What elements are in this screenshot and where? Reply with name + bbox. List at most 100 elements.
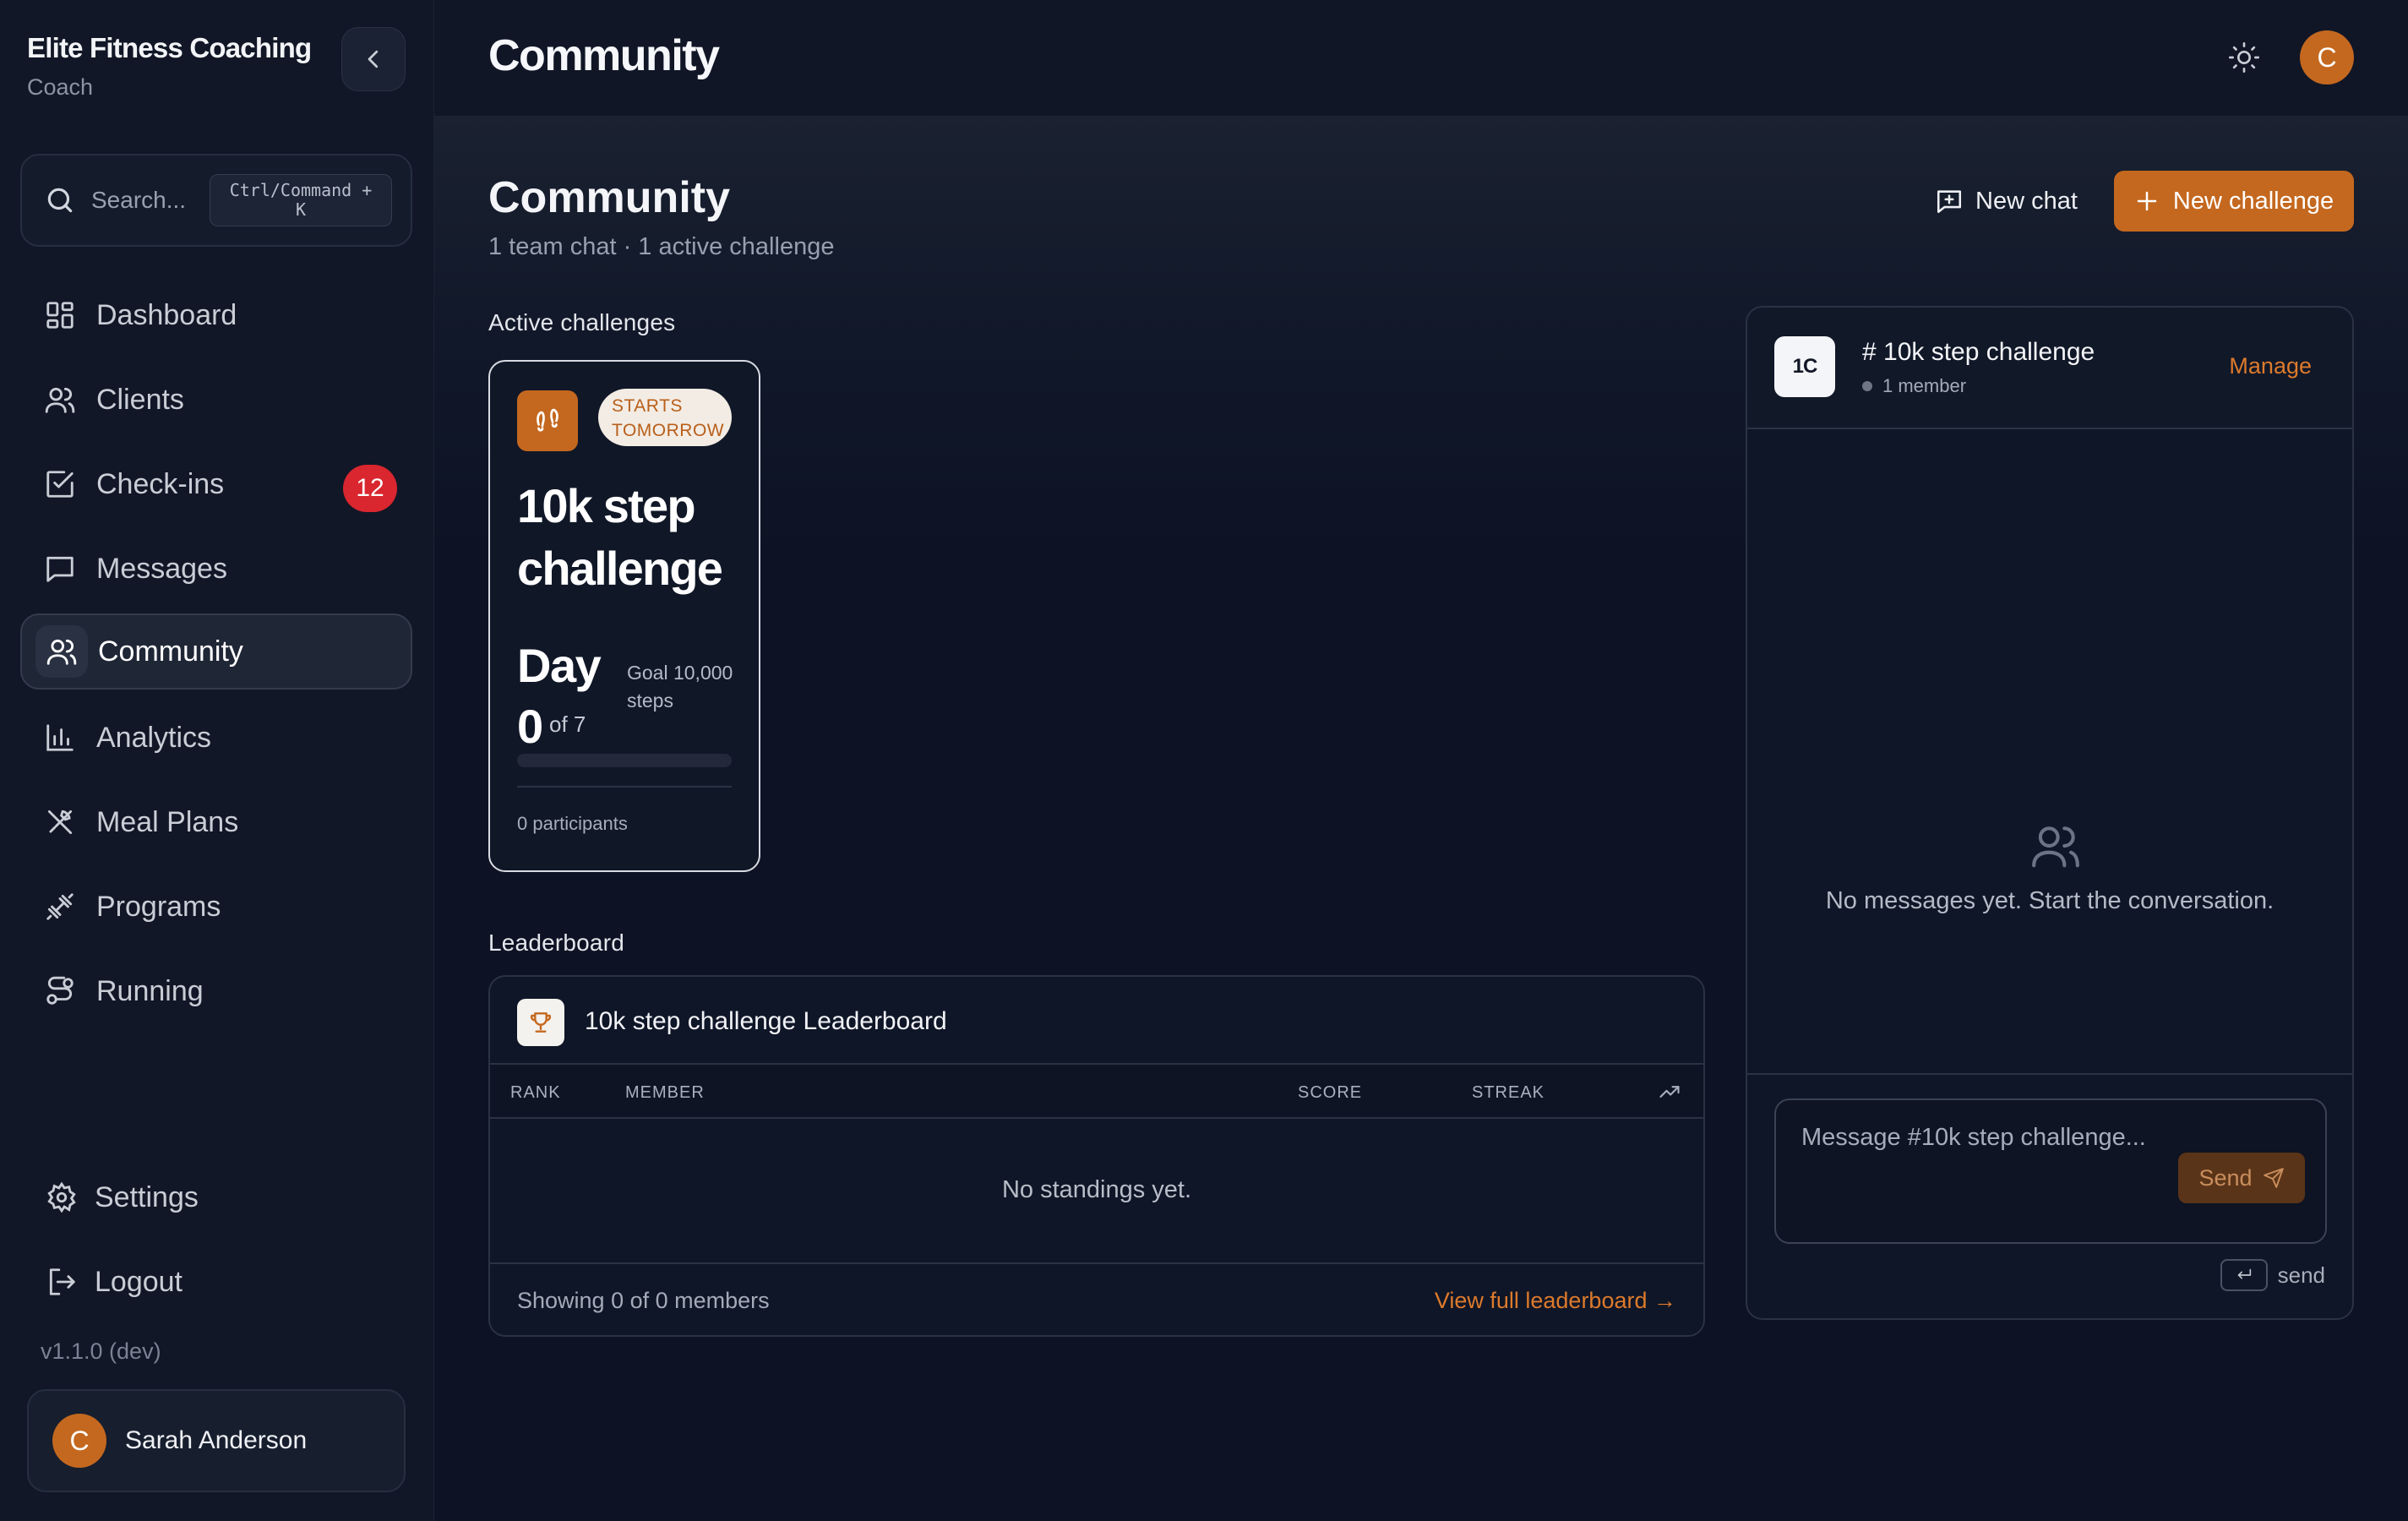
sidebar-item-programs[interactable]: Programs: [20, 869, 412, 945]
new-challenge-label: New challenge: [2172, 187, 2334, 215]
sidebar-item-check-ins[interactable]: Check-ins 12: [20, 446, 412, 522]
settings-button[interactable]: Settings: [20, 1159, 412, 1235]
chat-composer: Message #10k step challenge... Send send: [1747, 1073, 2352, 1318]
theme-toggle-button[interactable]: [2227, 41, 2261, 74]
leaderboard-heading: Leaderboard: [488, 930, 624, 956]
new-challenge-button[interactable]: New challenge: [2114, 171, 2354, 232]
sidebar-item-dashboard[interactable]: Dashboard: [20, 277, 412, 353]
column-rank[interactable]: RANK: [510, 1083, 561, 1103]
challenge-goal: Goal 10,000 steps: [627, 662, 733, 711]
sidebar-item-label: Analytics: [96, 721, 212, 754]
challenge-participants: 0 participants: [517, 813, 628, 834]
challenge-status-badge: STARTS TOMORROW: [598, 389, 732, 446]
chat-channel-name: # 10k step challenge: [1862, 338, 2095, 366]
leaderboard-header: 10k step challenge Leaderboard: [490, 977, 1703, 1065]
check-ins-count-badge: 12: [343, 465, 397, 512]
enter-hint-text: send: [2277, 1262, 2325, 1288]
send-icon: [2263, 1168, 2284, 1188]
leaderboard-footer: Showing 0 of 0 members View full leaderb…: [490, 1262, 1703, 1335]
dumbbell-icon: [46, 893, 74, 920]
sidebar-item-analytics[interactable]: Analytics: [20, 700, 412, 776]
users-icon: [45, 387, 75, 413]
sidebar-item-label: Meal Plans: [96, 805, 239, 838]
chat-member-count-text: 1 member: [1882, 375, 1967, 396]
send-label: Send: [2198, 1164, 2253, 1191]
users-icon: [2032, 826, 2079, 868]
gear-icon: [47, 1181, 76, 1213]
sidebar-item-community[interactable]: Community: [20, 613, 412, 690]
page-subtitle: 1 team chat · 1 active challenge: [488, 233, 835, 260]
logout-label: Logout: [95, 1265, 183, 1298]
sidebar-item-clients[interactable]: Clients: [20, 362, 412, 438]
collapse-sidebar-button[interactable]: [341, 27, 406, 91]
leaderboard-empty-state: No standings yet.: [1001, 1176, 1192, 1203]
message-square-icon: [46, 556, 74, 582]
user-profile-card[interactable]: C Sarah Anderson: [27, 1389, 406, 1492]
users-icon: [35, 625, 88, 678]
sidebar-item-label: Clients: [96, 383, 184, 416]
chevron-left-icon: [368, 50, 379, 68]
page-title: Community: [488, 173, 730, 222]
challenge-card[interactable]: STARTS TOMORROW 10k step challenge Day 0 …: [488, 360, 760, 872]
sidebar-item-messages[interactable]: Messages: [20, 531, 412, 607]
app-version: v1.1.0 (dev): [41, 1338, 161, 1364]
enter-to-send-hint: send: [2220, 1259, 2325, 1291]
utensils-icon: [47, 810, 73, 835]
column-streak[interactable]: STREAK: [1472, 1083, 1544, 1103]
new-chat-button[interactable]: New chat: [1935, 171, 2104, 232]
search-label: Search...: [91, 187, 187, 213]
logout-icon: [49, 1268, 75, 1295]
message-plus-icon: [1937, 190, 1962, 214]
sidebar-item-label: Dashboard: [96, 298, 237, 331]
sidebar-item-label: Community: [98, 635, 243, 668]
leaderboard-count: Showing 0 of 0 members: [517, 1288, 770, 1313]
active-challenges-heading: Active challenges: [488, 309, 676, 335]
send-button[interactable]: Send: [2178, 1153, 2305, 1203]
view-full-leaderboard-link[interactable]: View full leaderboard →: [1435, 1288, 1676, 1314]
avatar: C: [52, 1414, 106, 1468]
sidebar-item-meal-plans[interactable]: Meal Plans: [20, 784, 412, 860]
chat-header: 1C # 10k step challenge 1 member Manage: [1747, 308, 2352, 429]
challenge-day-text: Day: [517, 639, 602, 692]
sidebar-item-running[interactable]: Running: [20, 953, 412, 1029]
dashboard-grid-icon: [46, 302, 74, 329]
logout-button[interactable]: Logout: [20, 1244, 412, 1320]
checkbox-icon: [46, 471, 74, 498]
sidebar-item-label: Running: [96, 974, 204, 1007]
challenge-progress-bar: [517, 754, 732, 767]
column-member[interactable]: MEMBER: [625, 1083, 705, 1103]
brand-role: Coach: [27, 74, 94, 100]
sidebar-item-label: Programs: [96, 890, 221, 923]
chat-member-count: 1 member: [1862, 375, 1966, 397]
trophy-icon: [517, 999, 564, 1046]
chat-empty-state: No messages yet. Start the conversation.: [1825, 887, 2275, 914]
divider: [517, 786, 732, 788]
search-shortcut-hint: Ctrl/Command + K: [210, 174, 392, 226]
leaderboard-table-header: RANK MEMBER SCORE STREAK: [490, 1065, 1703, 1119]
status-dot: [1862, 381, 1872, 391]
bar-chart-icon: [46, 724, 74, 751]
chat-avatar: 1C: [1774, 336, 1835, 397]
plus-icon: [2137, 191, 2157, 211]
search-button[interactable]: Search... Ctrl/Command + K: [20, 154, 412, 247]
footprints-icon: [517, 390, 578, 451]
chat-panel: 1C # 10k step challenge 1 member Manage …: [1746, 306, 2354, 1320]
column-score[interactable]: SCORE: [1298, 1083, 1362, 1103]
page-header-title: Community: [488, 31, 720, 80]
search-icon: [47, 188, 73, 213]
main-content: Community 1 team chat · 1 active challen…: [434, 117, 2408, 1521]
top-bar: Community C: [434, 0, 2408, 117]
sidebar: Elite Fitness Coaching Coach Search... C…: [0, 0, 434, 1521]
user-name: Sarah Anderson: [125, 1426, 308, 1454]
brand-title: Elite Fitness Coaching: [27, 32, 312, 63]
route-icon: [46, 976, 74, 1005]
challenge-day-value: 0: [517, 700, 543, 753]
enter-key-icon: [2220, 1259, 2268, 1291]
leaderboard-panel: 10k step challenge Leaderboard RANK MEMB…: [488, 975, 1705, 1337]
sidebar-item-label: Check-ins: [96, 467, 225, 500]
leaderboard-title: 10k step challenge Leaderboard: [585, 1007, 947, 1035]
trending-up-icon[interactable]: [1658, 1080, 1681, 1104]
new-chat-label: New chat: [1975, 187, 2078, 215]
avatar[interactable]: C: [2300, 30, 2354, 84]
manage-chat-button[interactable]: Manage: [2229, 353, 2312, 379]
